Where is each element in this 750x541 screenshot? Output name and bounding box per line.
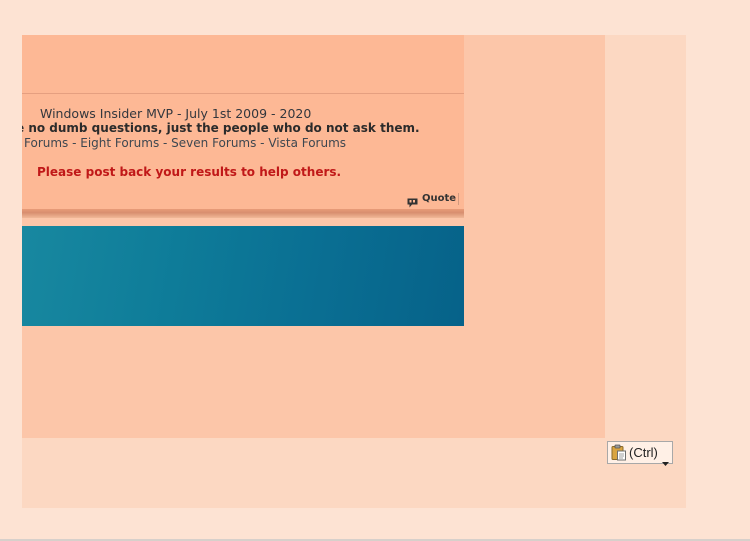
- chevron-down-icon: [661, 451, 669, 466]
- quote-label: Quote: [422, 192, 457, 204]
- paste-options-button[interactable]: (Ctrl): [607, 441, 673, 466]
- clipboard-icon: [611, 444, 627, 461]
- action-divider: [458, 193, 459, 205]
- teal-banner-image: [22, 226, 464, 326]
- signature-forums-links[interactable]: Forums - Eight Forums - Seven Forums - V…: [24, 136, 346, 150]
- quote-button[interactable]: Quote: [407, 190, 457, 208]
- quote-speech-bubble-icon: [407, 193, 418, 208]
- post-divider: [22, 93, 464, 94]
- signature-quote: e no dumb questions, just the people who…: [22, 121, 420, 135]
- paste-options-label: (Ctrl): [629, 445, 658, 460]
- post-footer-border: [22, 209, 464, 218]
- signature-title: Windows Insider MVP - July 1st 2009 - 20…: [40, 106, 312, 121]
- forum-post-snippet: Windows Insider MVP - July 1st 2009 - 20…: [22, 35, 464, 217]
- signature-help-note: Please post back your results to help ot…: [37, 165, 342, 179]
